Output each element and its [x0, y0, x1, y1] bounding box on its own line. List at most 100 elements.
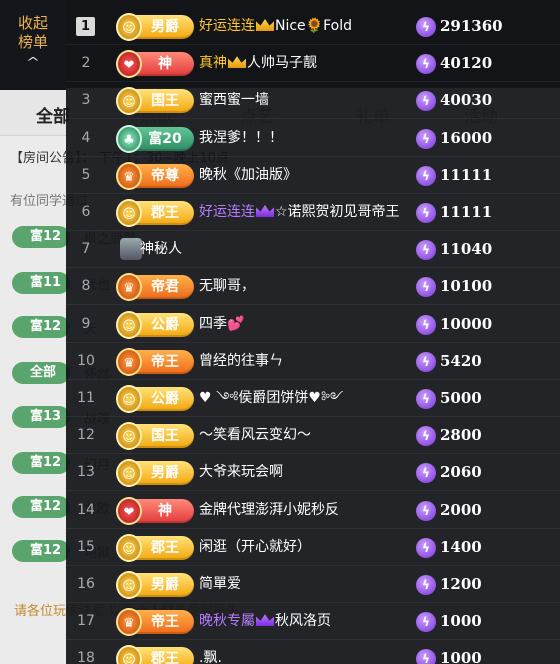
ranking-row[interactable]: 14 ❤ 神金牌代理澎湃小妮秒反 ϟ 2000 [66, 492, 560, 529]
badge-title: 帝尊 [151, 167, 179, 184]
ranking-row[interactable]: 13 ☺ 男爵 大爷来玩会啊 ϟ 2060 [66, 454, 560, 492]
noble-rank-badge: ☺ 男爵 [116, 459, 194, 488]
lightning-coin-icon: ϟ [416, 351, 436, 372]
user-name-cell[interactable]: 神秘人 [140, 231, 182, 268]
chat-level-badge: 富12 [12, 496, 70, 518]
chat-level-badge: 富13 [12, 406, 70, 428]
user-name-cell[interactable]: ♥ ༺侯爵团饼饼♥༻ [199, 380, 343, 417]
user-name-cell[interactable]: 四季💕 [199, 306, 244, 343]
user-name-cell[interactable]: 曾经的往事ㄣ [199, 343, 283, 380]
chat-level-badge: 全部 [12, 362, 70, 384]
ranking-row[interactable]: 9 ☺ 公爵 四季💕 ϟ 10000 [66, 306, 560, 343]
rank-number: 4 [81, 129, 91, 146]
badge-emblem-icon: ♛ [116, 347, 142, 376]
user-name-cell[interactable]: .飘. [199, 640, 222, 664]
contribution-amount: 16000 [440, 128, 493, 147]
ranking-panel: 1 ☺ 男爵 好运连连 Nice🌻Fold ϟ 291360 2 ❤ 神真神 人帅马子靓 ϟ 40120… [66, 0, 560, 664]
crown-icon [256, 19, 274, 31]
user-name-cell[interactable]: 无聊哥， [199, 268, 255, 305]
ranking-row[interactable]: 8 ♛ 帝君 无聊哥， ϟ 10100 [66, 268, 560, 306]
user-name-cell[interactable]: 好运连连 Nice🌻Fold [199, 8, 352, 45]
user-title-prefix: 真神 [199, 55, 227, 72]
lightning-coin-icon: ϟ [416, 612, 436, 633]
rank-number: 3 [81, 92, 91, 109]
user-name-cell[interactable]: 晚秋专屬 秋风洛页 [199, 603, 331, 640]
ranking-row[interactable]: 11 ☺ 公爵 ♥ ༺侯爵团饼饼♥༻ ϟ 5000 [66, 380, 560, 417]
noble-rank-badge: ☺ 郡王 [116, 645, 194, 664]
contribution-amount: 5420 [440, 351, 482, 370]
user-name-cell[interactable]: ～笑看风云变幻～ [199, 417, 311, 454]
noble-rank-badge: ☺ 男爵 [116, 13, 194, 41]
ranking-row[interactable]: 7 神秘人 ϟ 11040 [66, 231, 560, 269]
ranking-row[interactable]: 12 ☺ 国王 ～笑看风云变幻～ ϟ 2800 [66, 417, 560, 455]
mystery-avatar-icon [120, 238, 142, 261]
rank-number: 14 [77, 501, 95, 518]
chat-level-badge: 富11 [12, 272, 70, 294]
collapse-ranking-button[interactable]: 收起 榜单 ^ [0, 0, 66, 90]
user-name-cell[interactable]: 金牌代理澎湃小妮秒反 [199, 492, 339, 529]
ranking-row[interactable]: 15 ☺ 郡王 闲逛（开心就好） ϟ 1400 [66, 529, 560, 566]
user-name: ☆诺熙贺初见哥帝王 [275, 204, 400, 220]
lightning-coin-icon: ϟ [416, 575, 436, 595]
noble-rank-badge: ♛ 帝王 [116, 347, 194, 376]
lightning-coin-icon: ϟ [416, 54, 436, 75]
user-name: 曾经的往事ㄣ [199, 352, 283, 369]
noble-rank-badge: ♣ 富20 [116, 124, 194, 153]
ranking-row[interactable]: 18 ☺ 郡王 .飘. ϟ 1000 [66, 640, 560, 664]
lightning-coin-icon: ϟ [416, 277, 436, 298]
user-name-cell[interactable]: 蜜西蜜一墙 [199, 82, 269, 119]
noble-rank-badge: ☺ 公爵 [116, 385, 194, 413]
user-name: 人帅马子靓 [247, 55, 317, 72]
user-name-cell[interactable]: 我涅爹！！！ [199, 120, 283, 157]
ranking-row[interactable]: 4 ♣ 富20 我涅爹！！！ ϟ 16000 [66, 120, 560, 157]
ranking-row[interactable]: 3 ☺ 国王 蜜西蜜一墙 ϟ 40030 [66, 82, 560, 120]
badge-title: 公爵 [151, 391, 179, 407]
user-name-cell[interactable]: 晚秋《加油版》 [199, 157, 297, 194]
user-name-cell[interactable]: 真神 人帅马子靓 [199, 45, 317, 82]
user-name-cell[interactable]: 简單爱 [199, 566, 241, 603]
rank-number: 2 [81, 55, 91, 72]
noble-rank-badge: ❤ 神 [116, 496, 194, 525]
noble-rank-badge: ☺ 国王 [116, 87, 194, 116]
ranking-row[interactable]: 2 ❤ 神真神 人帅马子靓 ϟ 40120 [66, 45, 560, 83]
noble-rank-badge: ☺ 男爵 [116, 571, 194, 599]
badge-emblem-icon: ♛ [116, 273, 142, 302]
user-name: 神秘人 [140, 241, 182, 258]
rank-number: 13 [77, 464, 95, 481]
contribution-amount: 5000 [440, 389, 482, 407]
rank-number: 1 [76, 17, 95, 36]
lightning-coin-icon: ϟ [416, 240, 436, 261]
ranking-row[interactable]: 6 ☺ 郡王 好运连连 ☆诺熙贺初见哥帝王 ϟ 11111 [66, 194, 560, 231]
ranking-row[interactable]: 16 ☺ 男爵 简單爱 ϟ 1200 [66, 566, 560, 603]
rank-number: 16 [77, 576, 95, 592]
user-name: ～笑看风云变幻～ [199, 427, 311, 444]
rank-number: 10 [77, 352, 95, 369]
badge-title: 郡王 [151, 205, 179, 221]
contribution-amount: 10100 [440, 277, 493, 296]
user-name: ♥ ༺侯爵团饼饼♥༻ [199, 390, 344, 406]
contribution-amount: 11111 [440, 203, 493, 221]
badge-emblem-icon: ☺ [116, 13, 142, 41]
user-name: 无聊哥， [199, 278, 255, 295]
user-name-cell[interactable]: 大爷来玩会啊 [199, 454, 283, 491]
chat-level-badge: 富12 [12, 540, 70, 562]
ranking-row[interactable]: 5 ♛ 帝尊 晚秋《加油版》 ϟ 11111 [66, 157, 560, 194]
badge-emblem-icon: ☺ [116, 571, 142, 599]
rank-number: 17 [77, 613, 95, 630]
user-name: .飘. [199, 650, 222, 664]
badge-emblem-icon: ☺ [116, 199, 142, 227]
tab-all[interactable]: 全部 [36, 102, 70, 127]
badge-emblem-icon: ♣ [116, 124, 142, 153]
rank-number: 9 [81, 315, 91, 332]
ranking-row[interactable]: 10 ♛ 帝王 曾经的往事ㄣ ϟ 5420 [66, 343, 560, 380]
badge-title: 郡王 [151, 651, 179, 664]
contribution-amount: 1400 [440, 537, 482, 556]
badge-title: 男爵 [151, 465, 179, 482]
ranking-row[interactable]: 17 ♛ 帝王 晚秋专屬 秋风洛页 ϟ 1000 [66, 603, 560, 641]
user-name: 蜜西蜜一墙 [199, 92, 269, 109]
noble-rank-badge: ☺ 公爵 [116, 310, 194, 339]
user-name-cell[interactable]: 闲逛（开心就好） [199, 529, 311, 566]
ranking-row[interactable]: 1 ☺ 男爵 好运连连 Nice🌻Fold ϟ 291360 [66, 8, 560, 45]
user-name-cell[interactable]: 好运连连 ☆诺熙贺初见哥帝王 [199, 194, 400, 231]
badge-emblem-icon: ☺ [116, 645, 142, 664]
